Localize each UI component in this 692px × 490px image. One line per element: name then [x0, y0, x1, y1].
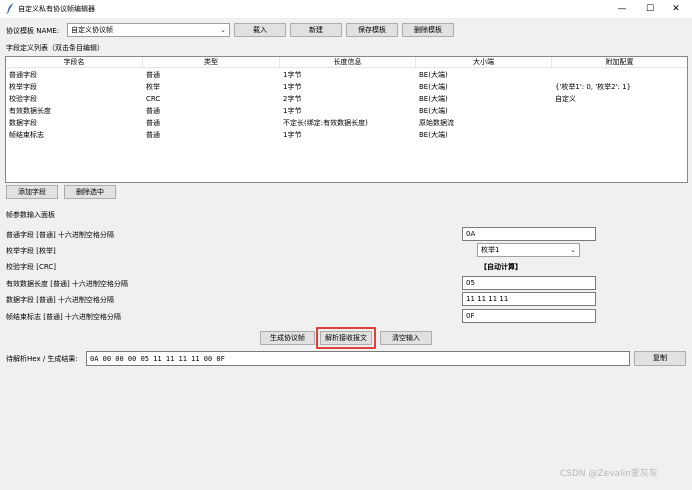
table-row[interactable]: 帧结束标志 普通 1字节 BE(大端) [6, 129, 687, 141]
param-value: 0A [466, 230, 476, 238]
parse-message-button[interactable]: 解析接收报文 [320, 331, 372, 345]
table-cell: 原始数据流 [419, 119, 454, 127]
table-cell: 有效数据长度 [9, 107, 51, 115]
table-cell [552, 69, 687, 81]
param-label: 数据字段 [普通] 十六进制空格分隔 [6, 296, 114, 304]
minimize-button[interactable]: — [608, 0, 636, 18]
table-cell: 枚举字段 [9, 83, 37, 91]
table-cell [552, 117, 687, 129]
template-name-label: 协议模板 NAME: [6, 27, 60, 35]
maximize-button[interactable]: ☐ [636, 0, 664, 18]
table-cell: 普通 [146, 71, 160, 79]
delete-template-button[interactable]: 删除模板 [402, 23, 454, 37]
save-template-button[interactable]: 保存模板 [346, 23, 398, 37]
table-cell: BE(大端) [419, 95, 448, 103]
title-bar [0, 0, 692, 18]
template-select[interactable]: 自定义协议帧 ⌄ [67, 23, 230, 37]
table-cell: 帧结束标志 [9, 131, 44, 139]
param-input-end-flag[interactable]: 0F [462, 309, 596, 323]
delete-selected-button[interactable]: 删除选中 [64, 185, 116, 199]
param-input-normal[interactable]: 0A [462, 227, 596, 241]
table-cell: 普通 [146, 119, 160, 127]
crc-auto-value: 【自动计算】 [480, 263, 522, 271]
params-panel-title: 帧参数输入面板 [6, 211, 55, 219]
table-cell: 1字节 [283, 83, 302, 91]
chevron-down-icon: ⌄ [220, 26, 226, 34]
param-value: 05 [466, 279, 475, 287]
feather-icon [6, 3, 14, 14]
generate-frame-button[interactable]: 生成协议帧 [260, 331, 315, 345]
column-header[interactable]: 大小端 [416, 57, 552, 68]
table-cell: 1字节 [283, 131, 302, 139]
window-title: 自定义私有协议帧编辑器 [18, 5, 95, 13]
table-cell: 数据字段 [9, 119, 37, 127]
table-cell: 1字节 [283, 107, 302, 115]
fields-table-caption: 字段定义列表（双击条目编辑） [6, 44, 104, 52]
param-label: 帧结束标志 [普通] 十六进制空格分隔 [6, 313, 121, 321]
param-label: 有效数据长度 [普通] 十六进制空格分隔 [6, 280, 128, 288]
hex-label: 待解析Hex / 生成结果: [6, 355, 78, 363]
hex-value: 0A 00 00 00 05 11 11 11 11 00 0F [90, 355, 225, 363]
table-cell: 普通 [146, 131, 160, 139]
table-header: 字段名 类型 长度信息 大小端 附加配置 [6, 57, 687, 68]
table-cell: 校验字段 [9, 95, 37, 103]
table-cell: BE(大端) [419, 107, 448, 115]
table-cell [552, 105, 687, 117]
chevron-down-icon: ⌄ [570, 246, 576, 254]
table-cell [552, 129, 687, 141]
table-row[interactable]: 数据字段 普通 不定长(绑定:有效数据长度) 原始数据流 [6, 117, 687, 129]
load-template-button[interactable]: 载入 [234, 23, 286, 37]
table-cell: BE(大端) [419, 83, 448, 91]
table-row[interactable]: 校验字段 CRC 2字节 BE(大端) 自定义 [6, 93, 687, 105]
param-value: 11 11 11 11 [466, 295, 509, 303]
template-select-value: 自定义协议帧 [71, 26, 113, 34]
table-cell: BE(大端) [419, 71, 448, 79]
table-row[interactable]: 枚举字段 枚举 1字节 BE(大端) {'枚举1': 0, '枚举2': 1} [6, 81, 687, 93]
table-cell: 普通 [146, 107, 160, 115]
param-input-length[interactable]: 05 [462, 276, 596, 290]
param-label: 枚举字段 [枚举] [6, 247, 56, 255]
column-header[interactable]: 附加配置 [552, 57, 687, 68]
copy-button[interactable]: 复制 [634, 351, 686, 366]
param-select-enum[interactable]: 枚举1 ⌄ [477, 243, 580, 257]
table-cell: 1字节 [283, 71, 302, 79]
column-header[interactable]: 类型 [143, 57, 280, 68]
table-cell: {'枚举1': 0, '枚举2': 1} [555, 83, 632, 91]
param-input-data[interactable]: 11 11 11 11 [462, 292, 596, 306]
hex-input[interactable]: 0A 00 00 00 05 11 11 11 11 00 0F [86, 351, 630, 366]
new-template-button[interactable]: 新建 [290, 23, 342, 37]
watermark: CSDN @Zevalin爱灰灰 [560, 469, 658, 479]
table-cell: CRC [146, 95, 161, 103]
param-value: 0F [466, 312, 475, 320]
clear-input-button[interactable]: 清空输入 [380, 331, 432, 345]
table-cell: 2字节 [283, 95, 302, 103]
column-header[interactable]: 长度信息 [280, 57, 416, 68]
table-cell: BE(大端) [419, 131, 448, 139]
close-button[interactable]: ✕ [662, 0, 690, 18]
add-field-button[interactable]: 添加字段 [6, 185, 58, 199]
table-cell: 不定长(绑定:有效数据长度) [283, 119, 368, 127]
table-cell: 枚举 [146, 83, 160, 91]
table-cell: 自定义 [555, 95, 576, 103]
table-row[interactable]: 普通字段 普通 1字节 BE(大端) [6, 69, 687, 81]
param-label: 校验字段 [CRC] [6, 263, 56, 271]
param-label: 普通字段 [普通] 十六进制空格分隔 [6, 231, 114, 239]
table-cell: 普通字段 [9, 71, 37, 79]
column-header[interactable]: 字段名 [6, 57, 143, 68]
table-row[interactable]: 有效数据长度 普通 1字节 BE(大端) [6, 105, 687, 117]
param-value: 枚举1 [481, 246, 500, 254]
fields-table[interactable]: 字段名 类型 长度信息 大小端 附加配置 普通字段 普通 1字节 BE(大端) … [5, 56, 688, 183]
